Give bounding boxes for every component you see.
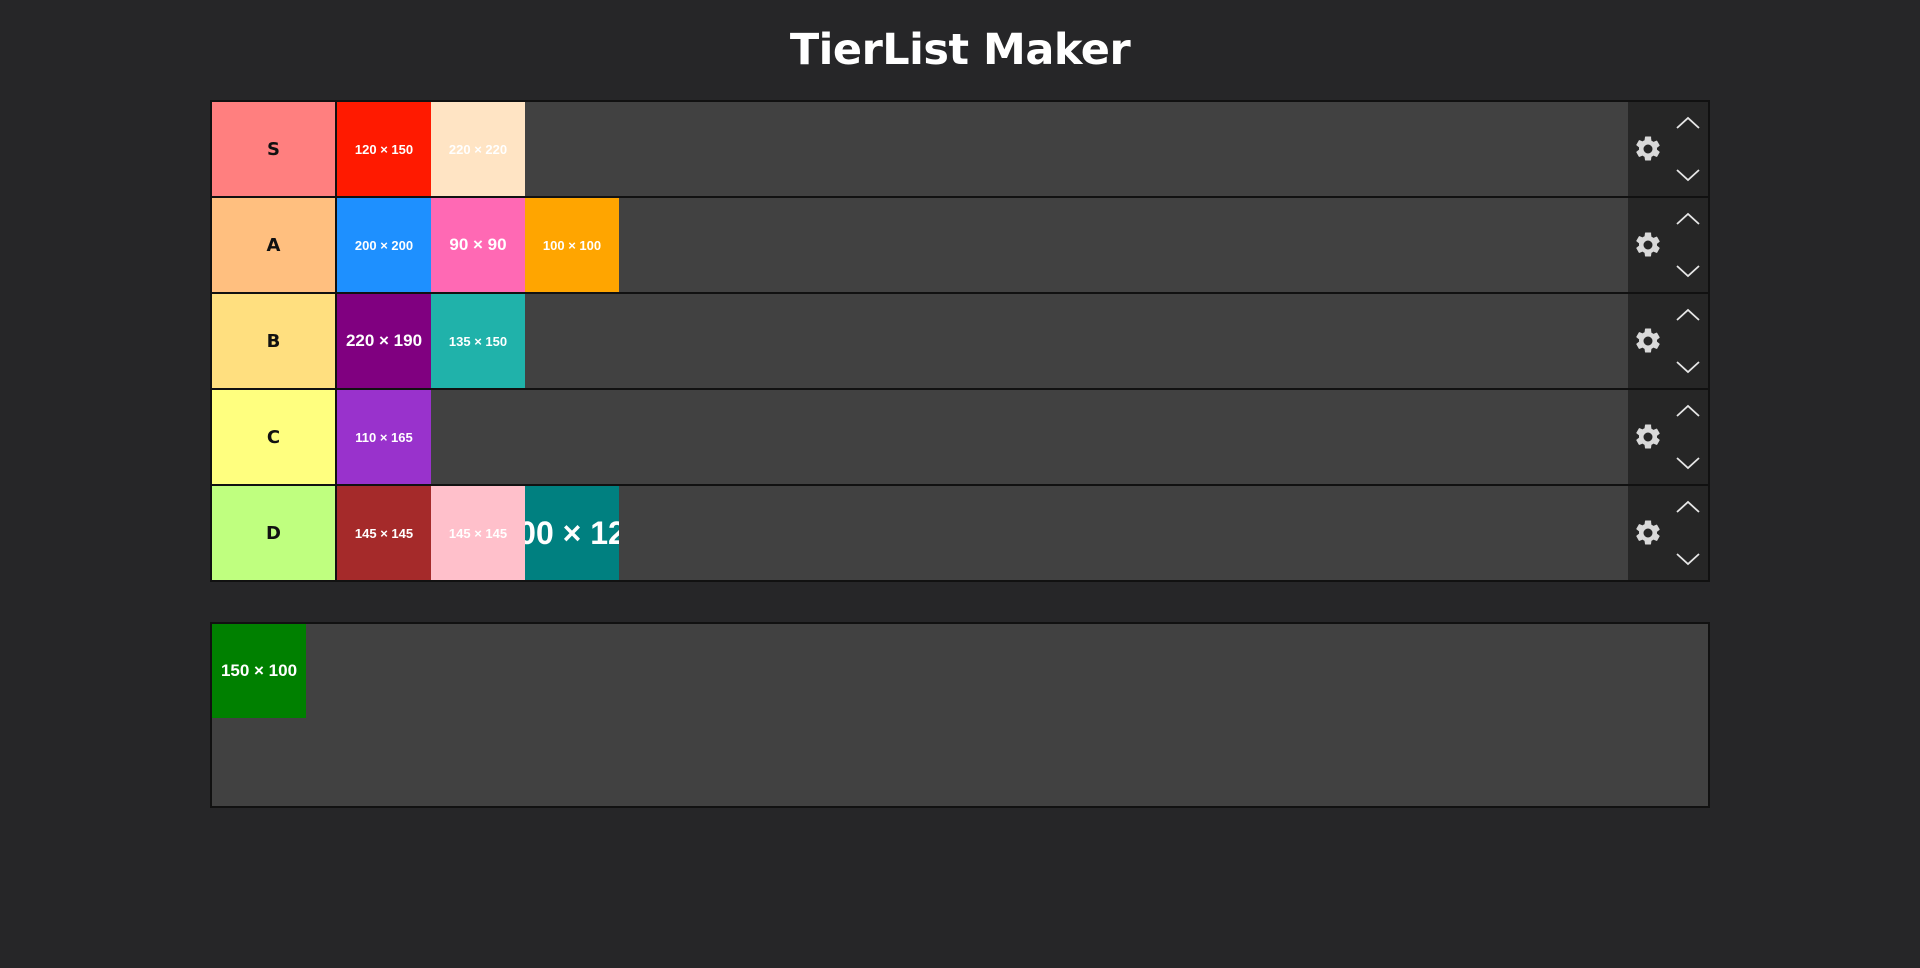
gear-icon[interactable] (1628, 197, 1668, 293)
tier-row-b: B 220 × 190 135 × 150 (212, 294, 1708, 390)
tier-label[interactable]: D (212, 486, 337, 580)
tier-item[interactable]: 90 × 90 (431, 198, 525, 292)
chevron-down-icon[interactable] (1674, 167, 1702, 183)
tier-item[interactable]: 220 × 190 (337, 294, 431, 388)
tier-item[interactable]: 120 × 150 (337, 102, 431, 196)
tier-item[interactable]: 110 × 165 (337, 390, 431, 484)
tier-item[interactable]: 145 × 145 (337, 486, 431, 580)
tier-item[interactable]: 220 × 220 (431, 102, 525, 196)
tier-row-c: C 110 × 165 (212, 390, 1708, 486)
tier-item[interactable]: 145 × 145 (431, 486, 525, 580)
tier-controls (1628, 486, 1708, 580)
reorder-arrows (1668, 101, 1708, 197)
tier-row-s: S 120 × 150 220 × 220 (212, 102, 1708, 198)
tier-row-a: A 200 × 200 90 × 90 100 × 100 (212, 198, 1708, 294)
tier-row-d: D 145 × 145 145 × 145 00 × 12 (212, 486, 1708, 582)
tier-items-dropzone[interactable]: 220 × 190 135 × 150 (337, 294, 1628, 388)
chevron-up-icon[interactable] (1674, 499, 1702, 515)
chevron-up-icon[interactable] (1674, 307, 1702, 323)
pool-item[interactable]: 150 × 100 (212, 624, 306, 718)
tier-label[interactable]: S (212, 102, 337, 196)
unranked-pool[interactable]: 150 × 100 (210, 622, 1710, 808)
tier-items-dropzone[interactable]: 145 × 145 145 × 145 00 × 12 (337, 486, 1628, 580)
tier-controls (1628, 390, 1708, 484)
tier-item[interactable]: 00 × 12 (525, 486, 619, 580)
chevron-up-icon[interactable] (1674, 403, 1702, 419)
chevron-up-icon[interactable] (1674, 115, 1702, 131)
chevron-down-icon[interactable] (1674, 455, 1702, 471)
gear-icon[interactable] (1628, 101, 1668, 197)
tier-item[interactable]: 135 × 150 (431, 294, 525, 388)
chevron-down-icon[interactable] (1674, 551, 1702, 567)
tier-item[interactable]: 100 × 100 (525, 198, 619, 292)
tier-items-dropzone[interactable]: 200 × 200 90 × 90 100 × 100 (337, 198, 1628, 292)
gear-icon[interactable] (1628, 485, 1668, 581)
chevron-down-icon[interactable] (1674, 359, 1702, 375)
tier-controls (1628, 198, 1708, 292)
reorder-arrows (1668, 389, 1708, 485)
tier-label[interactable]: B (212, 294, 337, 388)
tier-label[interactable]: A (212, 198, 337, 292)
tier-board: S 120 × 150 220 × 220 A 200 × 200 90 × 9… (210, 100, 1710, 582)
chevron-up-icon[interactable] (1674, 211, 1702, 227)
chevron-down-icon[interactable] (1674, 263, 1702, 279)
gear-icon[interactable] (1628, 293, 1668, 389)
page-title: TierList Maker (789, 25, 1131, 75)
tier-controls (1628, 102, 1708, 196)
tier-label[interactable]: C (212, 390, 337, 484)
gear-icon[interactable] (1628, 389, 1668, 485)
reorder-arrows (1668, 197, 1708, 293)
tier-controls (1628, 294, 1708, 388)
reorder-arrows (1668, 485, 1708, 581)
reorder-arrows (1668, 293, 1708, 389)
tier-items-dropzone[interactable]: 120 × 150 220 × 220 (337, 102, 1628, 196)
tier-item[interactable]: 200 × 200 (337, 198, 431, 292)
tier-items-dropzone[interactable]: 110 × 165 (337, 390, 1628, 484)
